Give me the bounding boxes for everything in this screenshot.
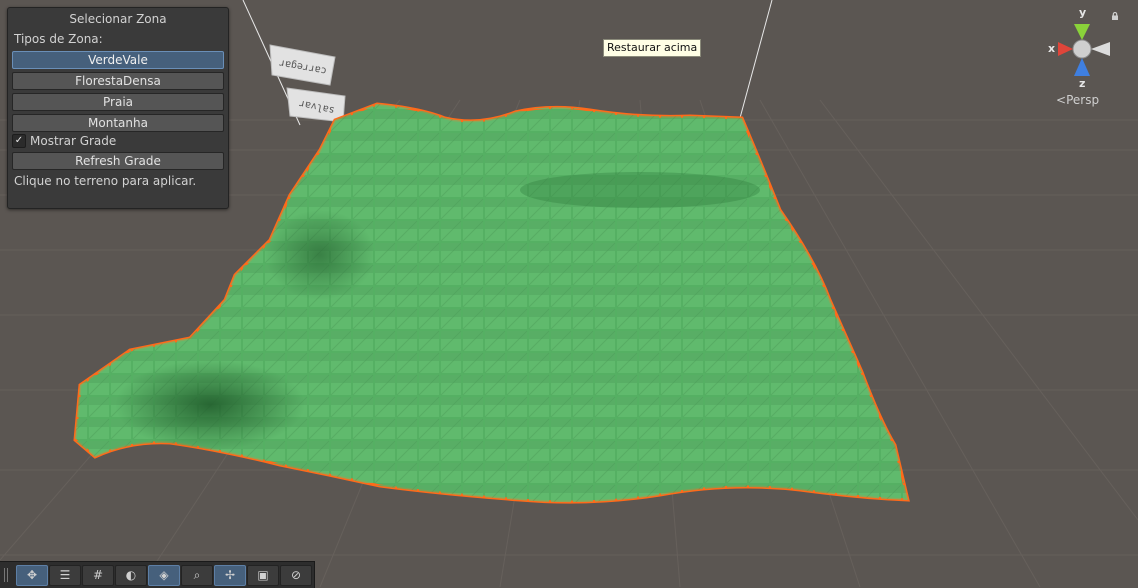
pivot-icon: ✢ xyxy=(224,568,236,582)
navigate-tool-button[interactable]: ⊘ xyxy=(280,565,312,586)
lighting-icon: ◐ xyxy=(125,568,137,582)
grid-tool-button[interactable]: # xyxy=(82,565,114,586)
show-grid-label: Mostrar Grade xyxy=(30,134,117,148)
gizmo-y-label: y xyxy=(1079,6,1087,19)
search-icon: ⌕ xyxy=(193,568,201,582)
check-icon: ✓ xyxy=(14,135,24,146)
terrain-ridge-shade xyxy=(520,172,760,208)
search-tool-button[interactable]: ⌕ xyxy=(181,565,213,586)
gizmo-x-label: x xyxy=(1048,42,1056,55)
align-icon: ☰ xyxy=(59,568,71,582)
toolbar-grip[interactable] xyxy=(4,568,8,582)
zone-button-montanha[interactable]: Montanha xyxy=(12,114,224,132)
panel-title: Selecionar Zona xyxy=(69,12,167,26)
chevron-left-icon: < xyxy=(1056,93,1067,107)
terrain-valley-shade xyxy=(115,360,305,450)
camera-icon: ▣ xyxy=(257,568,269,582)
gizmo-z-label: z xyxy=(1079,77,1086,90)
projection-label: Persp xyxy=(1066,93,1100,107)
terrain-hill-shade xyxy=(265,210,375,300)
show-grid-checkbox[interactable]: ✓ xyxy=(12,134,26,148)
zone-select-panel: Selecionar Zona Tipos de Zona: VerdeVale… xyxy=(7,7,229,209)
tooltip: Restaurar acima xyxy=(603,39,702,57)
move-tool-button[interactable]: ✥ xyxy=(16,565,48,586)
lock-icon[interactable] xyxy=(1111,12,1119,20)
camera-tool-button[interactable]: ▣ xyxy=(247,565,279,586)
lighting-tool-button[interactable]: ◐ xyxy=(115,565,147,586)
pivot-tool-button[interactable]: ✢ xyxy=(214,565,246,586)
show-grid-toggle[interactable]: ✓ Mostrar Grade xyxy=(12,134,116,148)
zone-types-label: Tipos de Zona: xyxy=(14,32,103,46)
move-icon: ✥ xyxy=(26,568,38,582)
layers-icon: ◈ xyxy=(159,568,169,582)
compass-icon: ⊘ xyxy=(290,568,302,582)
refresh-grid-button[interactable]: Refresh Grade xyxy=(12,152,224,170)
layers-tool-button[interactable]: ◈ xyxy=(148,565,180,586)
scene-toolbar: ✥ ☰ # ◐ ◈ ⌕ ✢ ▣ ⊘ xyxy=(0,561,315,588)
zone-button-verdevale[interactable]: VerdeVale xyxy=(12,51,224,69)
panel-hint: Clique no terreno para aplicar. xyxy=(14,174,197,188)
projection-toggle[interactable]: <Persp xyxy=(1056,93,1099,107)
align-tool-button[interactable]: ☰ xyxy=(49,565,81,586)
grid-icon: # xyxy=(92,568,104,582)
zone-button-florestadensa[interactable]: FlorestaDensa xyxy=(12,72,224,90)
zone-button-praia[interactable]: Praia xyxy=(12,93,224,111)
